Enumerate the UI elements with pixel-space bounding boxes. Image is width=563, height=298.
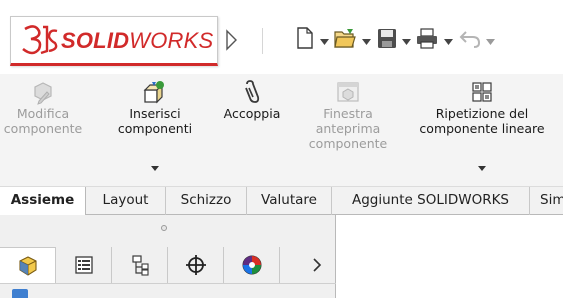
component-preview-window-label: Finestra anteprima componente [308,106,388,151]
tab-schizzo[interactable]: Schizzo [166,187,247,215]
feature-manager-tab[interactable] [0,247,56,283]
title-bar: SOLIDWORKS [0,0,563,74]
dimxpert-manager-icon [185,255,206,275]
component-preview-window-button[interactable]: Finestra anteprima componente [300,74,396,151]
toolbar-divider [262,28,263,54]
chevron-down-icon[interactable] [320,39,329,45]
dimxpert-manager-tab[interactable] [168,247,224,283]
panel-resize-grip[interactable] [161,225,167,231]
command-manager-ribbon: Modifica componente Inserisci componenti… [0,74,563,186]
graphics-area[interactable] [337,215,563,298]
undo-icon[interactable] [458,26,482,50]
linear-component-pattern-icon [472,82,492,102]
edit-component-icon [34,82,52,105]
chevron-down-icon[interactable] [362,39,371,45]
property-manager-tab[interactable] [56,247,112,283]
tab-assieme[interactable]: Assieme [0,187,86,216]
print-icon[interactable] [415,26,439,50]
configuration-manager-icon [131,255,149,276]
chevron-down-icon[interactable] [486,39,495,45]
display-manager-tab[interactable] [224,247,280,283]
component-preview-window-icon [337,82,359,102]
tab-aggiunte-solidworks[interactable]: Aggiunte SOLIDWORKS [332,187,530,215]
linear-component-pattern-button[interactable]: Ripetizione del componente lineare [404,74,560,171]
mate-button[interactable]: Accoppia [214,74,290,121]
save-icon[interactable] [377,26,397,50]
feature-tree [0,283,336,298]
open-folder-icon[interactable] [333,26,357,50]
tab-valutare[interactable]: Valutare [247,187,332,215]
property-manager-icon [74,256,93,274]
solidworks-logo[interactable]: SOLIDWORKS [10,16,218,66]
linear-component-pattern-label: Ripetizione del componente lineare [419,106,545,136]
feature-manager-tabs [0,247,336,283]
chevron-down-icon[interactable] [444,39,453,45]
chevron-down-icon[interactable] [151,166,159,171]
new-document-icon[interactable] [296,26,314,50]
feature-manager-panel [0,215,336,298]
tab-layout[interactable]: Layout [86,187,166,215]
assembly-root-icon[interactable] [12,289,28,298]
configuration-manager-tab[interactable] [112,247,168,283]
solidworks-wordmark: SOLIDWORKS [61,28,214,53]
command-manager-tabs: Assieme Layout Schizzo Valutare Aggiunte… [0,186,563,216]
mate-paperclip-icon [245,80,260,103]
feature-manager-tree-icon [18,255,37,276]
insert-components-button[interactable]: Inserisci componenti [110,74,200,171]
menu-expand-arrow-icon[interactable] [224,29,238,51]
3ds-logo-icon [22,25,58,55]
insert-components-icon [143,81,164,104]
chevron-down-icon[interactable] [478,166,486,171]
chevron-right-icon[interactable] [311,256,323,274]
insert-components-label: Inserisci componenti [117,106,193,136]
chevron-down-icon[interactable] [402,39,411,45]
mate-label: Accoppia [223,106,281,121]
edit-component-label: Modifica componente [3,106,83,136]
edit-component-button[interactable]: Modifica componente [2,74,84,136]
tab-simulation[interactable]: Sim [530,187,563,215]
display-manager-icon [242,255,261,275]
